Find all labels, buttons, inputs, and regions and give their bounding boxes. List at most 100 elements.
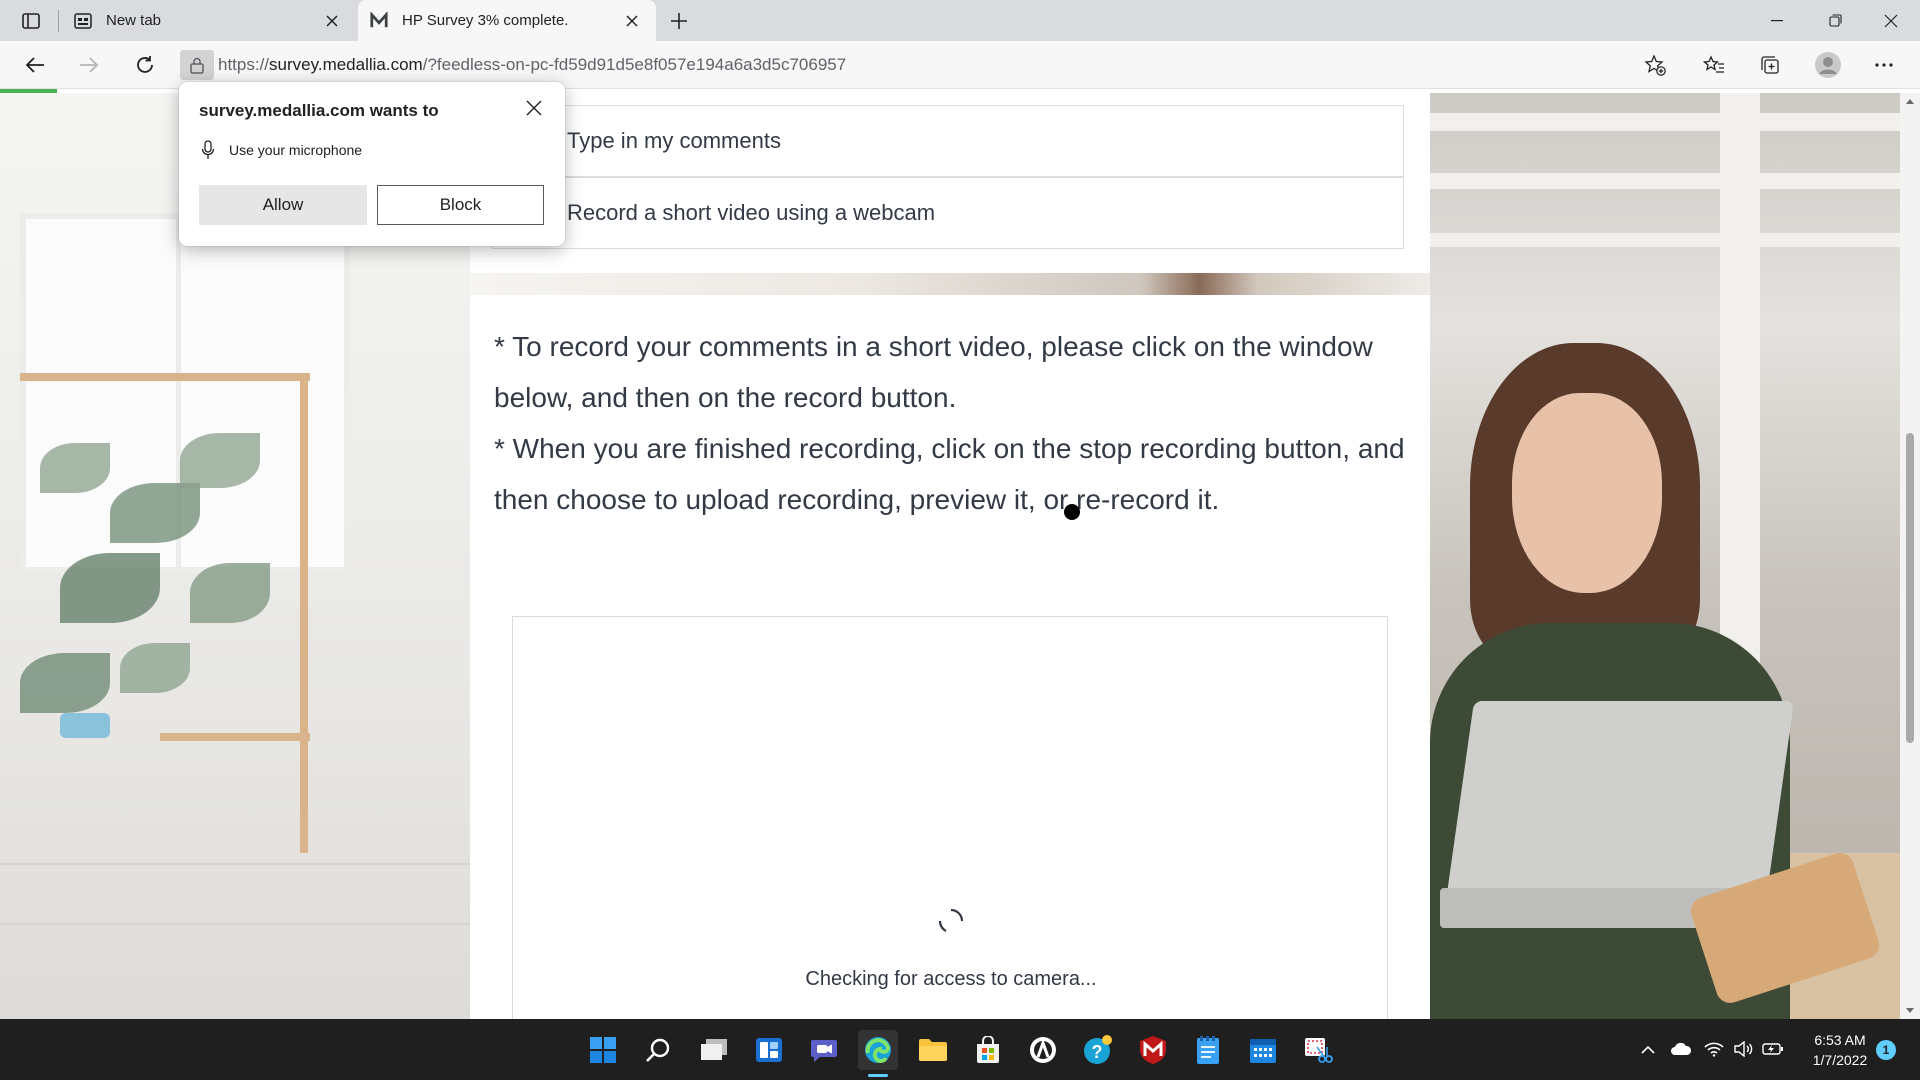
close-tab-icon[interactable]	[618, 7, 646, 35]
widgets-icon	[756, 1038, 782, 1062]
profile-button[interactable]	[1811, 49, 1845, 81]
collections-button[interactable]	[1753, 49, 1787, 81]
option-label: Record a short video using a webcam	[567, 200, 936, 225]
wifi-icon	[1704, 1042, 1724, 1057]
teams-chat-button[interactable]	[804, 1030, 844, 1070]
tab-title: New tab	[106, 12, 162, 29]
clock-time: 6:53 AM	[1814, 1032, 1866, 1048]
refresh-button[interactable]	[128, 49, 162, 81]
tab-actions-icon	[22, 13, 40, 29]
battery-tray-icon[interactable]	[1760, 1037, 1786, 1061]
taskbar-clock[interactable]: 6:53 AM 1/7/2022	[1795, 1030, 1885, 1070]
calendar-button[interactable]	[1243, 1030, 1283, 1070]
notepad-button[interactable]	[1188, 1030, 1228, 1070]
scroll-down-icon[interactable]	[1900, 1003, 1920, 1019]
scrollbar-thumb[interactable]	[1906, 433, 1914, 743]
tab-strip: New tab HP Survey 3% complete.	[0, 0, 1920, 41]
rack-rail	[160, 733, 310, 741]
app-circle-button[interactable]	[1023, 1030, 1063, 1070]
plant-leaf	[110, 483, 200, 543]
task-view-button[interactable]	[694, 1030, 734, 1070]
blue-pillow	[60, 713, 110, 738]
option-record-video[interactable]: Record a short video using a webcam	[492, 177, 1404, 249]
option-label: Type in my comments	[567, 128, 781, 153]
add-favorite-button[interactable]	[1638, 49, 1672, 81]
active-app-indicator	[868, 1074, 888, 1077]
popup-title: survey.medallia.com wants to	[199, 101, 439, 120]
restore-button[interactable]	[1806, 0, 1864, 41]
file-explorer-button[interactable]	[913, 1030, 953, 1070]
new-tab-button[interactable]	[664, 6, 694, 36]
allow-button[interactable]: Allow	[199, 185, 367, 225]
scroll-up-icon[interactable]	[1900, 93, 1920, 109]
cloud-icon	[1671, 1042, 1692, 1055]
instruction-line: * When you are finished recording, click…	[494, 433, 1405, 515]
address-bar[interactable]: https://survey.medallia.com/?feedless-on…	[180, 47, 1680, 83]
search-icon	[646, 1038, 670, 1062]
page-scrollbar[interactable]	[1900, 93, 1920, 1019]
edge-icon	[865, 1037, 891, 1063]
tab-new-tab[interactable]: New tab	[62, 0, 356, 41]
edge-taskbar-button[interactable]	[858, 1030, 898, 1070]
lock-icon[interactable]	[180, 50, 214, 80]
show-hidden-icons-button[interactable]	[1638, 1037, 1658, 1061]
wifi-tray-icon[interactable]	[1701, 1037, 1727, 1061]
back-button[interactable]	[18, 49, 52, 81]
favorites-button[interactable]	[1697, 49, 1731, 81]
banner-photo-strip	[470, 273, 1430, 295]
url-text: https://survey.medallia.com/?feedless-on…	[218, 55, 846, 75]
onedrive-tray-icon[interactable]	[1668, 1037, 1694, 1061]
widgets-button[interactable]	[749, 1030, 789, 1070]
rack-rail	[20, 373, 310, 381]
close-window-button[interactable]	[1862, 0, 1920, 41]
url-path: /?feedless-on-pc-fd59d91d5e8f057e194a6a3…	[422, 55, 847, 74]
forward-button[interactable]	[72, 49, 106, 81]
person-face	[1512, 393, 1662, 593]
notepad-icon	[1197, 1036, 1219, 1064]
settings-menu-button[interactable]	[1867, 49, 1901, 81]
video-recorder-window[interactable]: Checking for access to camera...	[512, 616, 1388, 1019]
folder-icon	[919, 1039, 947, 1061]
speaker-icon	[1734, 1041, 1753, 1057]
instruction-line: * To record your comments in a short vid…	[494, 331, 1373, 413]
block-button[interactable]: Block	[377, 185, 544, 225]
tab-separator	[58, 10, 59, 32]
clock-date: 1/7/2022	[1812, 1052, 1868, 1068]
snipping-tool-icon	[1305, 1038, 1333, 1063]
volume-tray-icon[interactable]	[1730, 1037, 1756, 1061]
plant-leaf	[20, 653, 110, 713]
microsoft-store-button[interactable]	[968, 1030, 1008, 1070]
new-tab-page-icon	[74, 12, 92, 30]
restore-icon	[1828, 14, 1842, 27]
star-add-icon	[1644, 54, 1666, 76]
close-popup-button[interactable]	[517, 91, 551, 125]
loading-spinner-icon	[938, 908, 964, 932]
minimize-button[interactable]	[1748, 0, 1806, 41]
help-button[interactable]: ?	[1078, 1030, 1118, 1070]
profile-avatar-icon	[1815, 52, 1841, 78]
notification-count-badge[interactable]: 1	[1876, 1040, 1896, 1060]
option-type-comments[interactable]: Type in my comments	[492, 105, 1404, 177]
tab-hp-survey[interactable]: HP Survey 3% complete.	[358, 0, 656, 41]
forward-arrow-icon	[80, 57, 99, 73]
url-host: survey.medallia.com	[269, 55, 423, 74]
permission-label: Use your microphone	[229, 142, 363, 158]
close-tab-icon[interactable]	[318, 7, 346, 35]
windows-start-icon	[590, 1037, 616, 1063]
background-plant-rack	[0, 353, 470, 873]
tab-actions-menu-button[interactable]	[14, 8, 48, 34]
floor-line	[0, 923, 470, 925]
camera-status-text: Checking for access to camera...	[805, 968, 1097, 990]
medallia-m-icon	[370, 11, 388, 30]
task-view-icon	[701, 1039, 727, 1060]
plant-leaf	[180, 433, 260, 488]
plant-leaf	[60, 553, 160, 623]
store-icon	[977, 1036, 999, 1063]
search-button[interactable]	[638, 1030, 678, 1070]
snipping-tool-button[interactable]	[1298, 1030, 1338, 1070]
floor-line	[0, 863, 470, 865]
mcafee-shield-icon	[1140, 1036, 1166, 1064]
start-button[interactable]	[583, 1030, 623, 1070]
mcafee-button[interactable]	[1133, 1030, 1173, 1070]
plus-icon	[671, 13, 687, 29]
